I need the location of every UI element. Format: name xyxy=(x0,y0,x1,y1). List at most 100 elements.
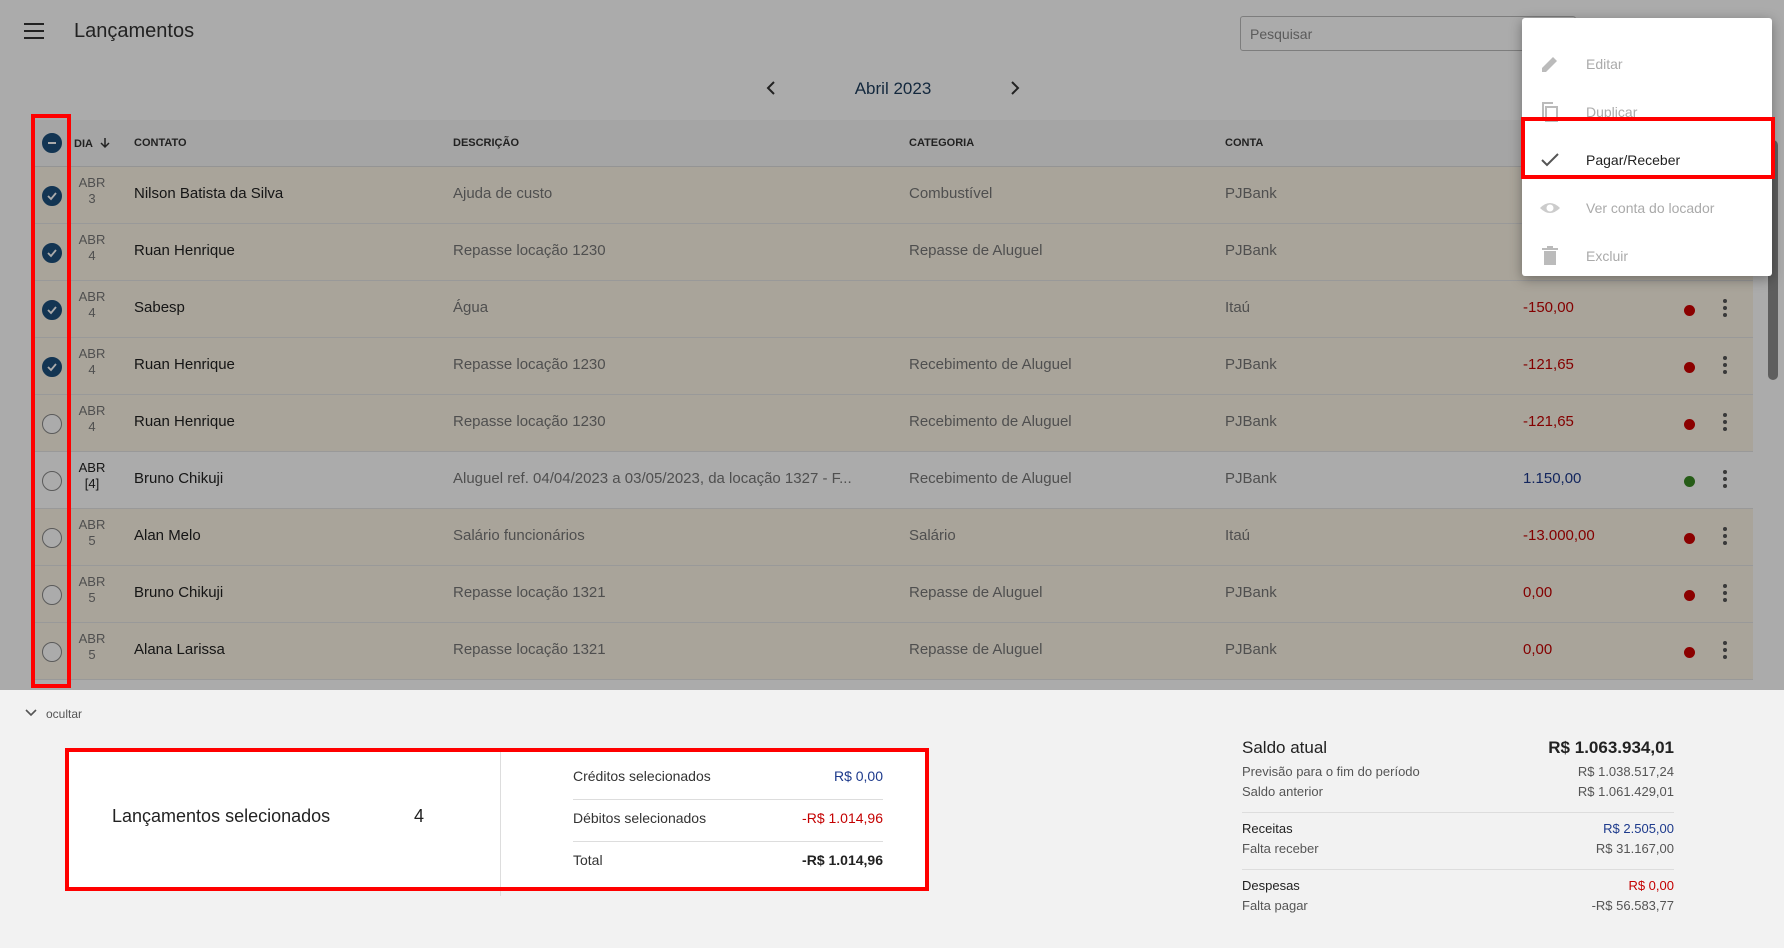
chevron-left-icon[interactable] xyxy=(759,76,783,100)
more-vert-icon[interactable] xyxy=(1721,583,1729,605)
more-vert-icon[interactable] xyxy=(1721,526,1729,548)
menu-item-pagar-receber[interactable]: Pagar/Receber xyxy=(1522,136,1772,184)
selection-summary: Lançamentos selecionados 4 Créditos sele… xyxy=(66,748,928,896)
row-checkbox[interactable] xyxy=(42,642,62,662)
row-checkbox[interactable] xyxy=(42,300,62,320)
more-vert-icon[interactable] xyxy=(1721,355,1729,377)
row-checkbox[interactable] xyxy=(42,585,62,605)
row-checkbox[interactable] xyxy=(42,357,62,377)
column-header-contato[interactable]: CONTATO xyxy=(134,137,187,149)
menu-item-excluir[interactable]: Excluir xyxy=(1522,232,1772,280)
row-account: PJBank xyxy=(1225,185,1277,202)
table-row[interactable]: ABR 5 Alana Larissa Repasse locação 1321 Rep… xyxy=(31,623,1753,680)
check-icon xyxy=(1541,153,1559,167)
more-vert-icon[interactable] xyxy=(1721,412,1729,434)
row-account: Itaú xyxy=(1225,299,1251,316)
row-contact: Alan Melo xyxy=(134,527,201,544)
row-checkbox[interactable] xyxy=(42,243,62,263)
selected-count-value: 4 xyxy=(414,806,425,826)
status-dot xyxy=(1684,305,1695,316)
row-date: ABR 5 xyxy=(78,631,106,662)
status-dot xyxy=(1684,362,1695,373)
row-amount: 1.150,00 xyxy=(1523,470,1582,487)
table-row[interactable]: ABR 4 Ruan Henrique Repasse locação 1230 Rec… xyxy=(31,395,1753,452)
expenses-row: Despesas R$ 0,00 xyxy=(1242,878,1674,893)
row-date: ABR 4 xyxy=(78,403,106,434)
eye-icon xyxy=(1540,203,1560,213)
check-icon xyxy=(47,306,57,315)
row-contact: Ruan Henrique xyxy=(134,413,235,430)
previous-balance-row: Saldo anterior R$ 1.061.429,01 xyxy=(1242,784,1674,799)
row-contact: Bruno Chikuji xyxy=(134,584,224,601)
table-row[interactable]: ABR 4 Ruan Henrique Repasse locação 1230 Rec… xyxy=(31,338,1753,395)
column-header-categoria[interactable]: CATEGORIA xyxy=(909,137,974,149)
table-row[interactable]: ABR 5 Bruno Chikuji Repasse locação 1321 Rep… xyxy=(31,566,1753,623)
row-account: PJBank xyxy=(1225,242,1277,259)
menu-item-ver-conta-do-locador[interactable]: Ver conta do locador xyxy=(1522,184,1772,232)
column-header-descricao[interactable]: DESCRIÇÃO xyxy=(453,137,519,149)
row-contact: Ruan Henrique xyxy=(134,356,235,373)
table-row[interactable]: ABR [4] Bruno Chikuji Aluguel ref. 04/04/20… xyxy=(31,452,1753,509)
check-icon xyxy=(47,249,57,258)
row-category: Repasse de Aluguel xyxy=(909,242,1043,259)
balance-summary: Saldo atual R$ 1.063.934,01 Previsão par… xyxy=(1242,738,1674,918)
select-all-checkbox[interactable] xyxy=(42,133,62,153)
copy-icon xyxy=(1542,102,1558,122)
more-vert-icon[interactable] xyxy=(1721,298,1729,320)
row-amount: -13.000,00 xyxy=(1523,527,1595,544)
row-amount: -150,00 xyxy=(1523,299,1574,316)
transactions-table: DIA CONTATO DESCRIÇÃO CATEGORIA CONTA AB… xyxy=(31,120,1753,680)
menu-item-duplicar[interactable]: Duplicar xyxy=(1522,88,1772,136)
row-account: PJBank xyxy=(1225,584,1277,601)
row-checkbox[interactable] xyxy=(42,528,62,548)
chevron-down-icon xyxy=(25,709,37,717)
table-row[interactable]: ABR 4 Sabesp Água Itaú -150,00 xyxy=(31,281,1753,338)
row-checkbox[interactable] xyxy=(42,471,62,491)
row-description: Repasse locação 1321 xyxy=(453,584,606,601)
hamburger-menu-icon[interactable] xyxy=(24,23,44,39)
income-row: Receitas R$ 2.505,00 xyxy=(1242,821,1674,836)
selected-total-row: Total -R$ 1.014,96 xyxy=(573,852,883,868)
row-amount: -121,65 xyxy=(1523,413,1574,430)
table-row[interactable]: ABR 5 Alan Melo Salário funcionários Salário… xyxy=(31,509,1753,566)
more-vert-icon[interactable] xyxy=(1721,640,1729,662)
table-row[interactable]: ABR 3 Nilson Batista da Silva Ajuda de cust… xyxy=(31,167,1753,224)
row-category: Recebimento de Aluguel xyxy=(909,413,1072,430)
divider xyxy=(500,748,501,896)
row-date: ABR 4 xyxy=(78,346,106,377)
row-contact: Ruan Henrique xyxy=(134,242,235,259)
row-description: Ajuda de custo xyxy=(453,185,553,202)
row-amount: 0,00 xyxy=(1523,584,1553,601)
row-category: Recebimento de Aluguel xyxy=(909,356,1072,373)
row-contact: Alana Larissa xyxy=(134,641,225,658)
selected-count-label: Lançamentos selecionados xyxy=(112,806,331,826)
row-description: Repasse locação 1230 xyxy=(453,356,606,373)
chevron-right-icon[interactable] xyxy=(1003,76,1027,100)
hide-summary-toggle[interactable]: ocultar xyxy=(24,707,82,721)
more-vert-icon[interactable] xyxy=(1721,469,1729,491)
row-contact: Sabesp xyxy=(134,299,185,316)
column-header-dia[interactable]: DIA xyxy=(74,137,111,150)
row-context-menu: Editar Duplicar Pagar/Receber Ver conta … xyxy=(1522,18,1772,276)
row-amount: -121,65 xyxy=(1523,356,1574,373)
column-header-conta[interactable]: CONTA xyxy=(1225,137,1263,149)
menu-item-editar[interactable]: Editar xyxy=(1522,40,1772,88)
row-date: ABR 5 xyxy=(78,574,106,605)
row-description: Água xyxy=(453,299,489,316)
row-account: PJBank xyxy=(1225,413,1277,430)
trash-icon xyxy=(1542,246,1558,265)
row-date: ABR 3 xyxy=(78,175,106,206)
row-description: Aluguel ref. 04/04/2023 a 03/05/2023, da… xyxy=(453,470,852,487)
row-checkbox[interactable] xyxy=(42,186,62,206)
row-account: PJBank xyxy=(1225,470,1277,487)
to-pay-row: Falta pagar -R$ 56.583,77 xyxy=(1242,898,1674,913)
arrow-down-icon xyxy=(100,138,110,149)
table-row[interactable]: ABR 4 Ruan Henrique Repasse locação 1230 Rep… xyxy=(31,224,1753,281)
row-account: PJBank xyxy=(1225,356,1277,373)
row-checkbox[interactable] xyxy=(42,414,62,434)
row-date: ABR [4] xyxy=(78,460,106,491)
row-date: ABR 4 xyxy=(78,289,106,320)
current-month-label: Abril 2023 xyxy=(854,79,932,98)
row-contact: Nilson Batista da Silva xyxy=(134,185,284,202)
row-category: Repasse de Aluguel xyxy=(909,641,1043,658)
